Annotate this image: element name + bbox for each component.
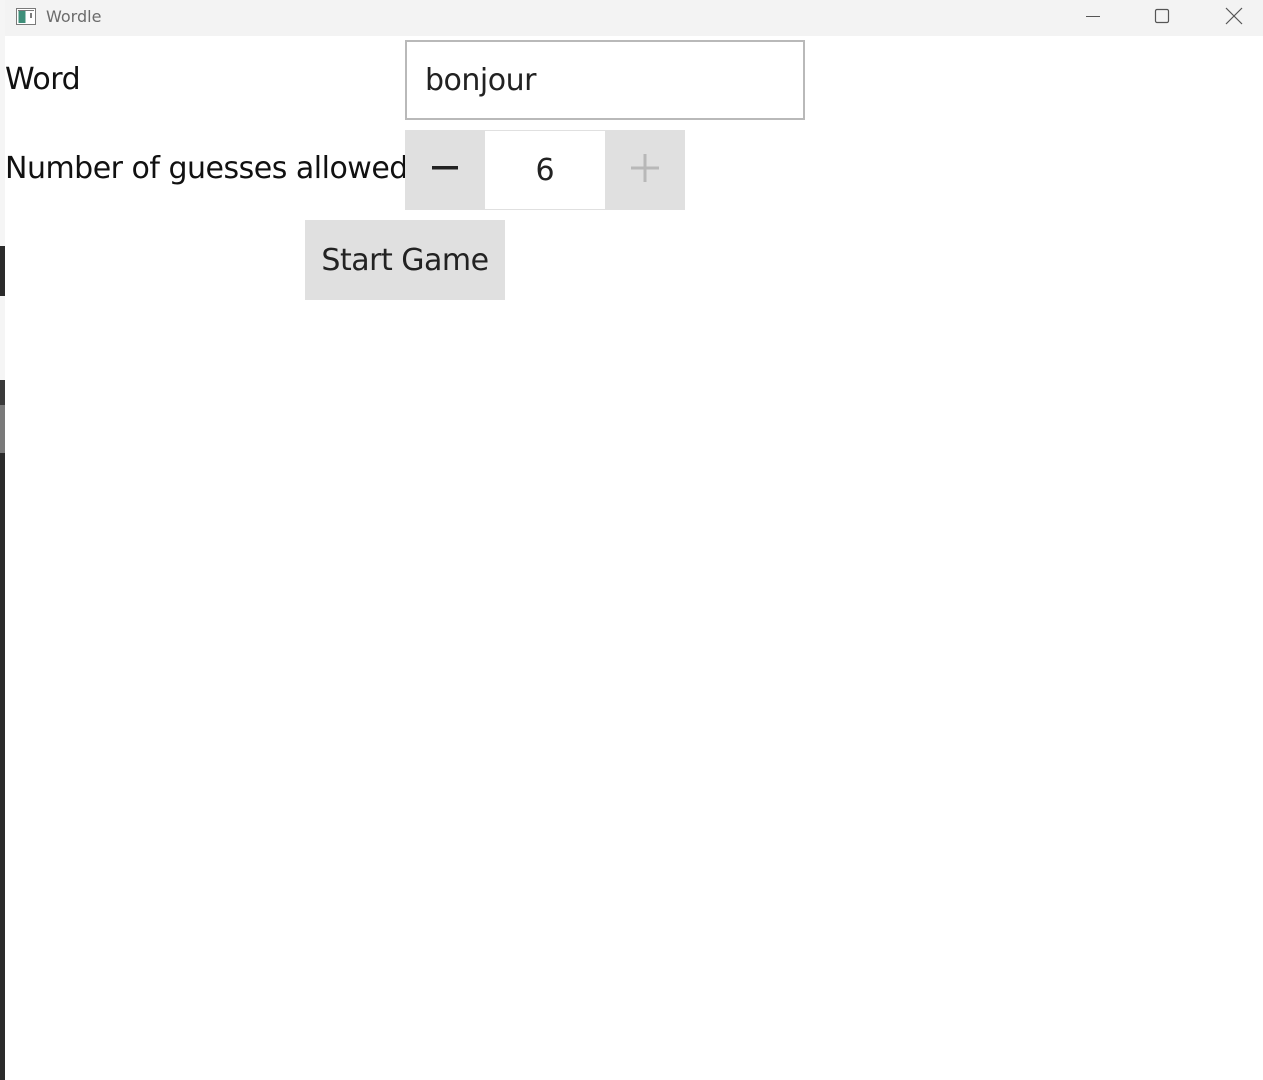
minimize-button[interactable]	[1070, 0, 1116, 36]
guesses-label: Number of guesses allowed	[5, 151, 408, 186]
start-game-button[interactable]: Start Game	[305, 220, 505, 300]
close-button[interactable]	[1211, 0, 1257, 36]
maximize-button[interactable]	[1139, 0, 1185, 36]
title-bar[interactable]: Wordle	[5, 0, 1263, 36]
word-field[interactable]	[405, 40, 805, 120]
decrement-button[interactable]	[405, 130, 485, 210]
increment-button[interactable]	[605, 130, 685, 210]
close-icon	[1225, 7, 1243, 29]
app-icon	[16, 8, 36, 25]
window-title: Wordle	[46, 7, 102, 26]
word-input[interactable]	[407, 42, 803, 118]
minimize-icon	[1085, 8, 1101, 28]
plus-icon	[630, 153, 660, 187]
guesses-stepper: 6	[405, 130, 685, 210]
guesses-value[interactable]: 6	[485, 130, 605, 210]
maximize-icon	[1154, 8, 1170, 28]
word-label: Word	[5, 62, 81, 97]
minus-icon	[431, 154, 459, 186]
wordle-window: Wordle Word Number of guesses allowed	[5, 0, 1263, 1080]
